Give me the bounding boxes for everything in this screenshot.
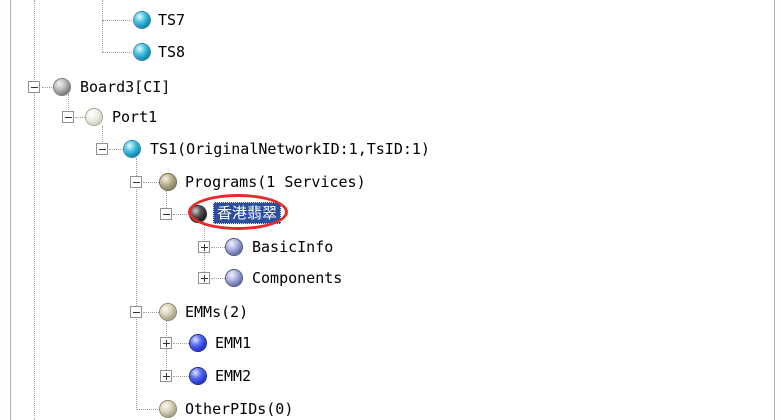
expand-toggle-icon[interactable] (198, 272, 210, 284)
collapse-toggle-icon[interactable] (96, 143, 108, 155)
olive-ball-icon (160, 401, 176, 417)
tree-guide-line (34, 0, 35, 420)
white-ball-icon (86, 109, 102, 125)
node-label: TS1(OriginalNetworkID:1,TsID:1) (150, 140, 430, 158)
teal-ball-icon (124, 141, 140, 157)
tree-guide-line (102, 0, 103, 52)
expand-toggle-icon[interactable] (160, 337, 172, 349)
blue-ball-icon (190, 335, 206, 351)
node-label: OtherPIDs(0) (185, 400, 294, 418)
tree-guide-line (75, 117, 85, 118)
tree-guide-line (136, 158, 137, 410)
tree-guide-line (173, 343, 189, 344)
olive-ball-icon (160, 174, 176, 190)
collapse-toggle-icon[interactable] (62, 111, 74, 123)
tree-guide-line (102, 52, 132, 53)
teal-ball-icon (134, 44, 150, 60)
node-label: Components (252, 269, 343, 287)
gray-ball-icon (54, 79, 70, 95)
node-label: BasicInfo (252, 238, 334, 256)
collapse-toggle-icon[interactable] (130, 176, 142, 188)
collapse-toggle-icon[interactable] (160, 208, 172, 220)
tree-guide-line (136, 409, 160, 410)
collapse-toggle-icon[interactable] (28, 81, 40, 93)
tree-guide-line (102, 20, 132, 21)
tree-guide-line (42, 87, 54, 88)
tree-guide-line (173, 376, 189, 377)
tree-border-right (774, 0, 775, 420)
slate-ball-icon (226, 239, 242, 255)
node-label: TS8 (158, 43, 186, 61)
expand-toggle-icon[interactable] (160, 370, 172, 382)
tree-guide-line (109, 149, 123, 150)
teal-ball-icon (134, 12, 150, 28)
node-label: EMM2 (215, 367, 252, 385)
tree-guide-line (143, 182, 159, 183)
node-label: TS7 (158, 11, 186, 29)
slate-ball-icon (226, 270, 242, 286)
node-label: Board3[CI] (80, 78, 171, 96)
node-label: Programs(1 Services) (185, 173, 366, 191)
tree-guide-line (173, 214, 189, 215)
tree-guide-line (211, 278, 225, 279)
node-label: EMMs(2) (185, 303, 249, 321)
tree-border-left (10, 0, 11, 420)
node-label: Port1 (112, 108, 158, 126)
expand-toggle-icon[interactable] (198, 241, 210, 253)
olive-ball-icon (160, 304, 176, 320)
blue-ball-icon (190, 368, 206, 384)
node-label: EMM1 (215, 334, 252, 352)
highlight-circle-annotation (188, 194, 288, 230)
collapse-toggle-icon[interactable] (130, 306, 142, 318)
tree-guide-line (211, 247, 225, 248)
tree-guide-line (143, 312, 159, 313)
